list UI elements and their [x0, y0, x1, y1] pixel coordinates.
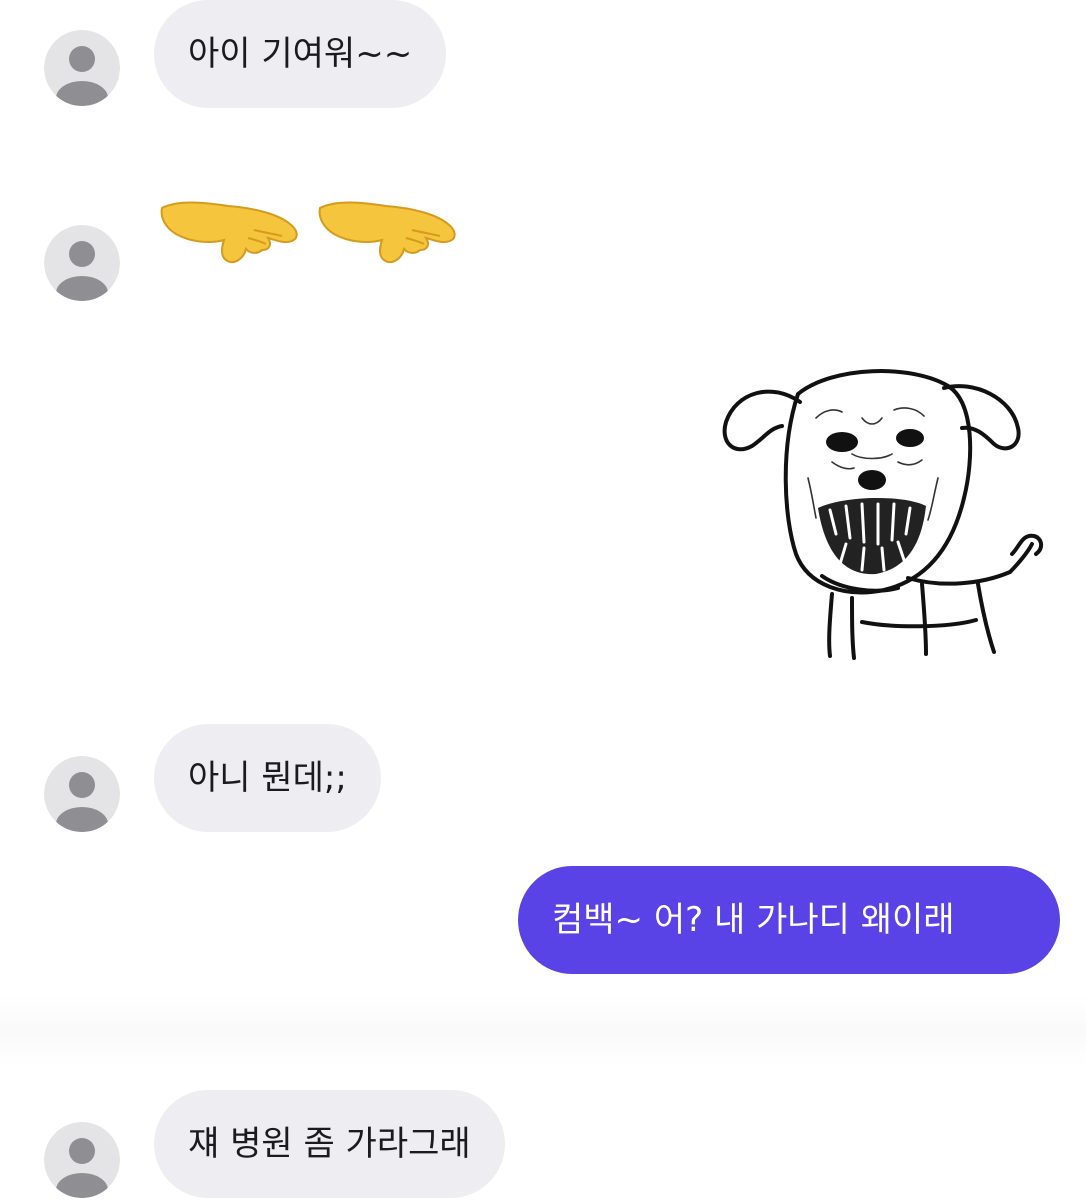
default-user-icon — [44, 756, 120, 832]
message-text: 컴백~ 어? 내 가나디 왜이래 — [552, 900, 955, 940]
default-user-icon — [44, 225, 120, 301]
message-bubble-incoming[interactable]: 쟤 병원 좀 가라그래 — [154, 1090, 505, 1198]
hand-pointing-right-icon — [318, 201, 456, 264]
avatar[interactable] — [44, 225, 120, 301]
message-text: 아니 뭔데;; — [188, 758, 347, 798]
emoji-message[interactable] — [158, 194, 460, 270]
message-text: 아이 기여워~~ — [188, 34, 413, 74]
divider — [0, 996, 1086, 1066]
message-bubble-incoming[interactable]: 아이 기여워~~ — [154, 0, 447, 108]
angry-dog-sticker[interactable] — [712, 358, 1052, 678]
message-text: 쟤 병원 좀 가라그래 — [188, 1124, 471, 1164]
message-bubble-outgoing[interactable]: 컴백~ 어? 내 가나디 왜이래 — [518, 866, 1060, 974]
default-user-icon — [44, 1122, 120, 1198]
message-bubble-incoming[interactable]: 아니 뭔데;; — [154, 724, 381, 832]
avatar[interactable] — [44, 30, 120, 106]
avatar[interactable] — [44, 756, 120, 832]
hand-pointing-right-icon — [160, 201, 298, 264]
default-user-icon — [44, 30, 120, 106]
avatar[interactable] — [44, 1122, 120, 1198]
